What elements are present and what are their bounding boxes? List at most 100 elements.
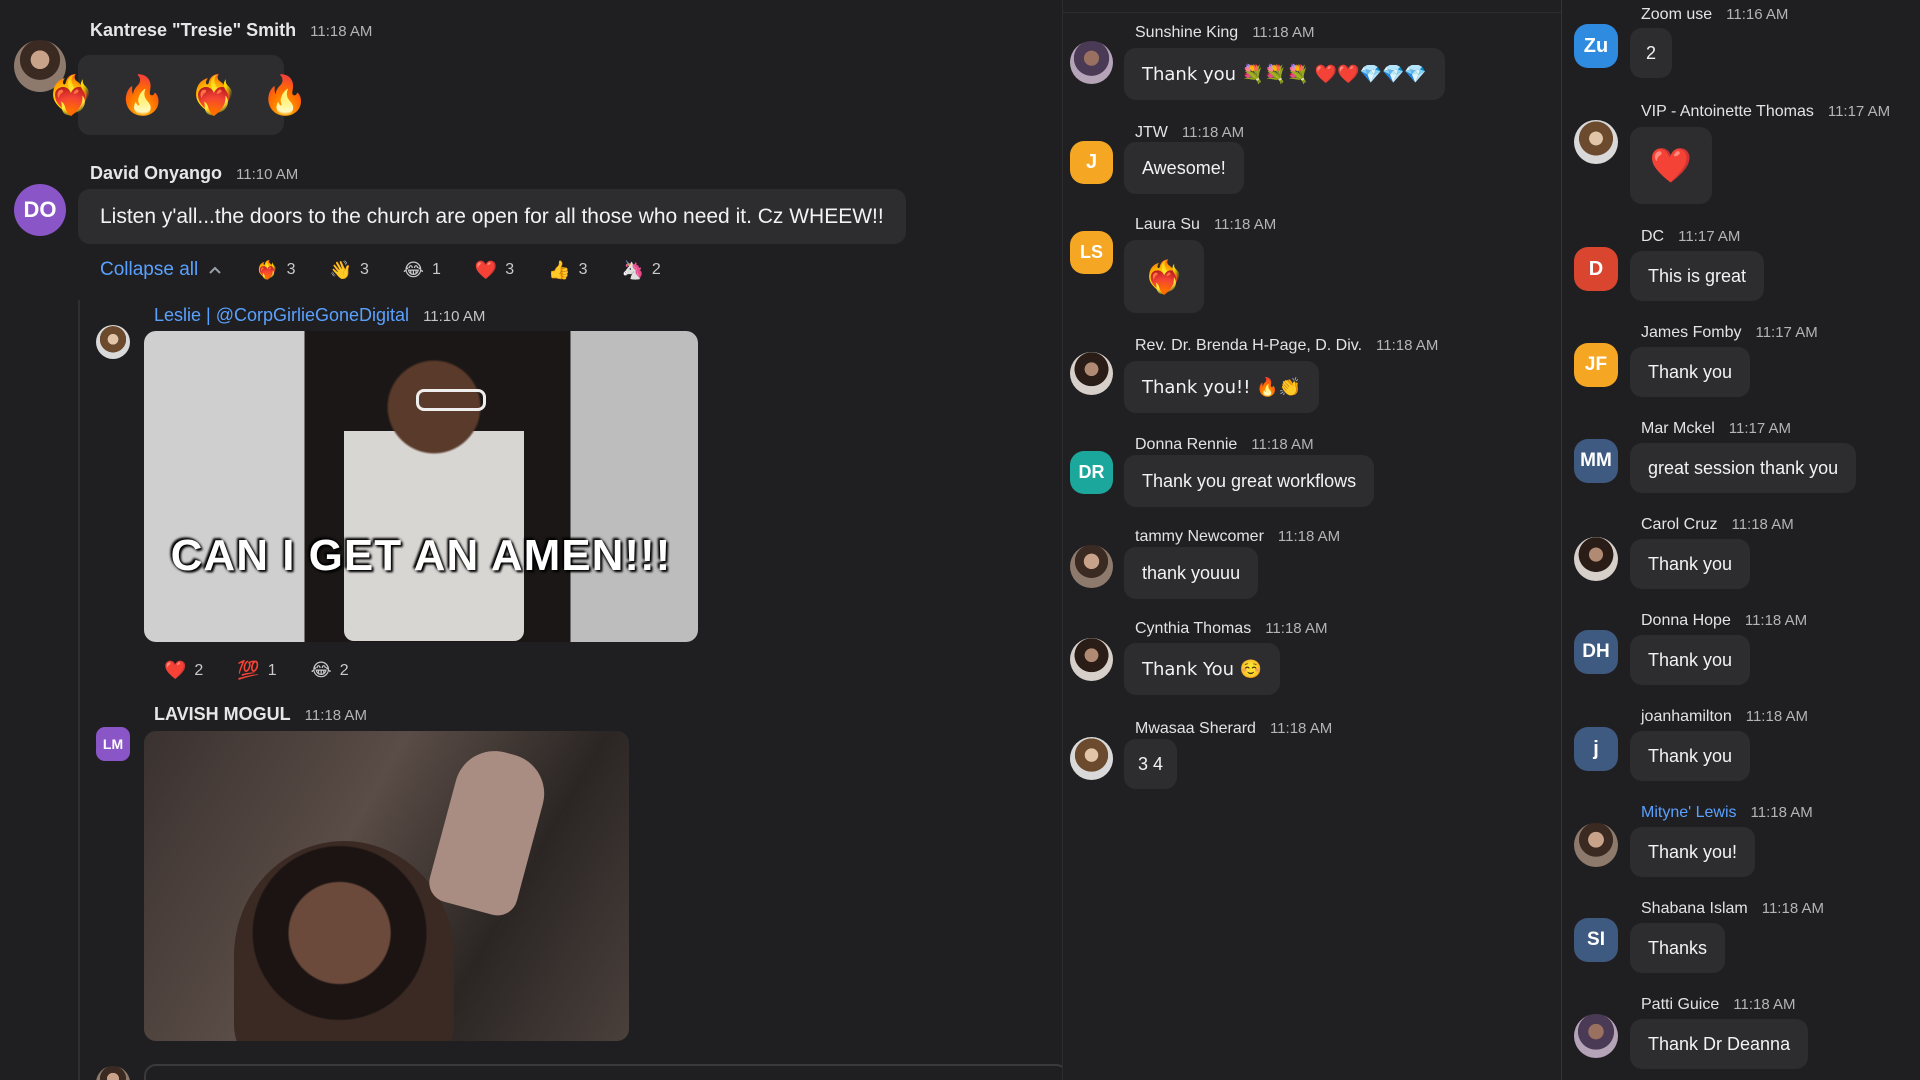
avatar[interactable]: D xyxy=(1574,247,1618,291)
message-bubble[interactable]: 2 xyxy=(1630,28,1673,78)
sender-name[interactable]: JTW xyxy=(1135,124,1168,142)
sender-name[interactable]: Mar Mckel xyxy=(1641,420,1715,438)
message-header: JTW 11:18 AM xyxy=(1135,124,1244,142)
reaction-count: 2 xyxy=(194,661,204,679)
sender-name[interactable]: James Fomby xyxy=(1641,324,1741,342)
reaction-pill[interactable]: 👍 3 xyxy=(548,260,587,281)
avatar[interactable] xyxy=(96,1066,130,1080)
message-bubble[interactable]: Thank you great workflows xyxy=(1124,455,1375,507)
message-bubble[interactable]: Thank you xyxy=(1630,731,1751,781)
message-header: Cynthia Thomas 11:18 AM xyxy=(1135,620,1327,638)
sender-name[interactable]: Donna Rennie xyxy=(1135,436,1237,454)
avatar[interactable]: j xyxy=(1574,727,1618,771)
sender-name[interactable]: LAVISH MOGUL xyxy=(154,704,291,725)
message-text: Listen y'all...the doors to the church a… xyxy=(100,204,884,228)
sender-name[interactable]: DC xyxy=(1641,228,1664,246)
avatar[interactable]: J xyxy=(1070,141,1113,184)
avatar[interactable] xyxy=(1070,638,1113,681)
sender-name[interactable]: joanhamilton xyxy=(1641,708,1732,726)
reaction-pill[interactable]: 😂 2 xyxy=(311,660,349,681)
message-bubble[interactable]: ❤️ xyxy=(1630,127,1712,204)
message-bubble[interactable]: Awesome! xyxy=(1124,142,1244,194)
avatar[interactable]: DO xyxy=(14,184,66,236)
avatar[interactable]: LS xyxy=(1070,231,1113,274)
avatar[interactable]: Zu xyxy=(1574,24,1618,68)
timestamp: 11:18 AM xyxy=(1213,216,1277,233)
sender-name[interactable]: VIP - Antoinette Thomas xyxy=(1641,103,1814,121)
avatar[interactable] xyxy=(96,325,130,359)
avatar[interactable] xyxy=(1070,352,1113,395)
message-bubble[interactable]: Thank you!! 🔥👏 xyxy=(1124,361,1320,413)
reaction-pill[interactable]: ❤️‍🔥 3 xyxy=(256,260,295,281)
avatar[interactable] xyxy=(1070,545,1113,588)
raised-hand xyxy=(424,742,554,920)
timestamp: 11:17 AM xyxy=(1728,420,1792,437)
avatar[interactable] xyxy=(1574,537,1618,581)
message-bubble[interactable]: ❤️‍🔥 xyxy=(1124,240,1204,313)
avatar[interactable]: DH xyxy=(1574,630,1618,674)
sender-name[interactable]: Leslie | @CorpGirlieGoneDigital xyxy=(154,305,409,326)
sender-name[interactable]: Mwasaa Sherard xyxy=(1135,720,1256,738)
message-text: great session thank you xyxy=(1648,457,1839,478)
gif-image[interactable]: CAN I GET AN AMEN!!! xyxy=(144,331,698,642)
gif-image[interactable] xyxy=(144,731,629,1041)
avatar[interactable]: JF xyxy=(1574,343,1618,387)
message-bubble[interactable]: Listen y'all...the doors to the church a… xyxy=(78,189,906,244)
avatar-initials: LS xyxy=(1079,242,1103,262)
avatar[interactable]: DR xyxy=(1070,451,1113,494)
message-text: Thank you! xyxy=(1648,841,1738,862)
message-header: James Fomby 11:17 AM xyxy=(1641,324,1818,342)
message-bubble[interactable]: thank youuu xyxy=(1124,547,1259,599)
sender-name[interactable]: Carol Cruz xyxy=(1641,516,1717,534)
avatar[interactable]: LM xyxy=(96,727,130,761)
sender-name[interactable]: Sunshine King xyxy=(1135,24,1238,42)
sender-name[interactable]: Donna Hope xyxy=(1641,612,1731,630)
sender-name[interactable]: tammy Newcomer xyxy=(1135,528,1264,546)
timestamp: 11:18 AM xyxy=(1269,720,1333,737)
avatar[interactable] xyxy=(1574,1014,1618,1058)
avatar[interactable]: SI xyxy=(1574,918,1618,962)
message-text: Thank You ☺️ xyxy=(1142,658,1263,680)
reaction-pill[interactable]: ❤️ 3 xyxy=(475,260,514,281)
sender-name[interactable]: Cynthia Thomas xyxy=(1135,620,1251,638)
message-bubble[interactable]: Thank you xyxy=(1630,347,1751,397)
message-bubble[interactable] xyxy=(144,1064,1062,1080)
timestamp: 11:18 AM xyxy=(1750,804,1813,821)
avatar[interactable] xyxy=(1574,823,1618,867)
reaction-pill[interactable]: ❤️ 2 xyxy=(164,660,203,681)
sender-name[interactable]: Rev. Dr. Brenda H-Page, D. Div. xyxy=(1135,337,1362,355)
avatar[interactable]: MM xyxy=(1574,439,1618,483)
collapse-all-button[interactable]: Collapse all xyxy=(100,259,222,281)
avatar[interactable] xyxy=(1070,41,1113,84)
timestamp: 11:18 AM xyxy=(1376,337,1439,354)
sender-name[interactable]: Patti Guice xyxy=(1641,996,1719,1014)
message-text: Thank you xyxy=(1648,361,1733,382)
timestamp: 11:18 AM xyxy=(1251,436,1314,453)
message-bubble[interactable]: great session thank you xyxy=(1630,443,1857,493)
reaction-pill[interactable]: 😂 1 xyxy=(403,260,441,281)
sender-name[interactable]: Mityne' Lewis xyxy=(1641,804,1737,822)
sender-name[interactable]: David Onyango xyxy=(90,163,222,184)
sender-name[interactable]: Kantrese "Tresie" Smith xyxy=(90,20,296,41)
message-bubble[interactable]: Thank you xyxy=(1630,539,1751,589)
avatar[interactable] xyxy=(1574,120,1618,164)
sender-name[interactable]: Zoom use xyxy=(1641,6,1712,24)
avatar[interactable] xyxy=(1070,737,1113,780)
message-bubble[interactable]: Thank you 💐💐💐 ❤️❤️💎💎💎 xyxy=(1124,48,1445,100)
message-bubble[interactable]: Thank you xyxy=(1630,635,1751,685)
message-bubble[interactable]: 3 4 xyxy=(1124,739,1178,789)
reaction-pill[interactable]: 💯 1 xyxy=(237,660,276,681)
message-bubble[interactable]: This is great xyxy=(1630,251,1765,301)
reaction-bar: Collapse all ❤️‍🔥 3 👋 3 😂 1 ❤️ 3 👍 3 🦄 2 xyxy=(100,259,661,281)
timestamp: 11:18 AM xyxy=(304,707,367,724)
message-text: Thanks xyxy=(1648,937,1708,958)
sender-name[interactable]: Shabana Islam xyxy=(1641,900,1748,918)
sender-name[interactable]: Laura Su xyxy=(1135,216,1200,234)
message-bubble[interactable]: Thanks xyxy=(1630,923,1726,973)
message-bubble[interactable]: Thank Dr Deanna xyxy=(1630,1019,1809,1069)
message-bubble[interactable]: Thank you! xyxy=(1630,827,1756,877)
reaction-pill[interactable]: 🦄 2 xyxy=(622,260,661,281)
message-bubble[interactable]: ❤️‍🔥 🔥 ❤️‍🔥 🔥 xyxy=(47,55,309,135)
reaction-pill[interactable]: 👋 3 xyxy=(330,260,369,281)
message-bubble[interactable]: Thank You ☺️ xyxy=(1124,643,1281,695)
